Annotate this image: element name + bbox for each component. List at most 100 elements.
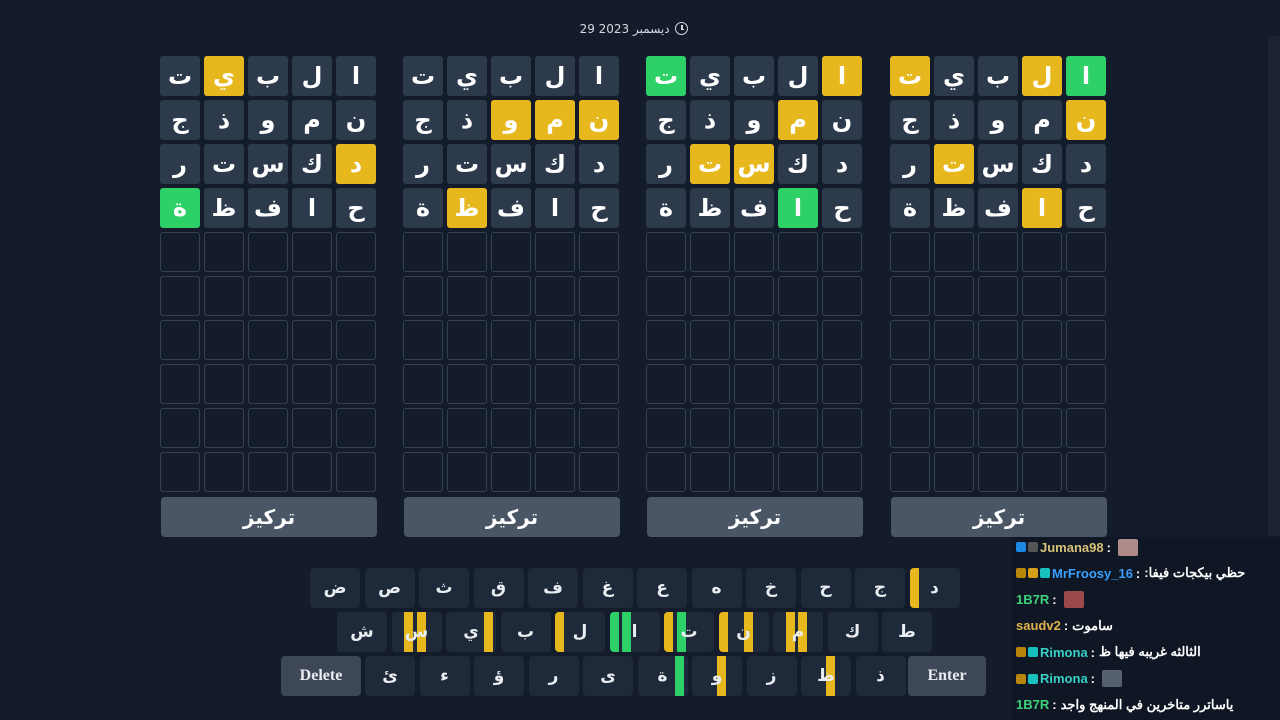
empty-tile bbox=[292, 276, 332, 316]
key-ؤ[interactable]: ؤ bbox=[474, 656, 524, 696]
key-ط[interactable]: ط bbox=[882, 612, 932, 652]
focus-button[interactable]: تركيز bbox=[891, 497, 1107, 537]
key-ت[interactable]: ت bbox=[664, 612, 714, 652]
tile: ذ bbox=[690, 100, 730, 140]
key-ز[interactable]: ز bbox=[746, 656, 797, 696]
key-ة[interactable]: ة bbox=[637, 656, 688, 696]
empty-tile bbox=[1022, 408, 1062, 448]
key-س[interactable]: س bbox=[391, 612, 442, 652]
tile: ة bbox=[403, 188, 443, 228]
tile: ب bbox=[978, 56, 1018, 96]
key-ك[interactable]: ك bbox=[827, 612, 878, 652]
key-ج[interactable]: ج bbox=[855, 568, 905, 608]
empty-tile bbox=[160, 232, 200, 272]
empty-tile bbox=[160, 276, 200, 316]
key-label: ة bbox=[657, 666, 668, 686]
chat-message: saudv2 : ساموت bbox=[1016, 616, 1280, 636]
empty-tile bbox=[778, 276, 818, 316]
enter-key[interactable]: Enter bbox=[908, 656, 986, 696]
key-ع[interactable]: ع bbox=[637, 568, 687, 608]
empty-tile bbox=[248, 452, 288, 492]
empty-tile bbox=[890, 452, 930, 492]
empty-tile bbox=[734, 232, 774, 272]
empty-tile bbox=[934, 364, 974, 404]
key-ه[interactable]: ه bbox=[691, 568, 742, 608]
page-scrollbar[interactable] bbox=[1268, 36, 1280, 536]
empty-tile bbox=[403, 320, 443, 360]
focus-button[interactable]: تركيز bbox=[404, 497, 620, 537]
empty-tile bbox=[447, 452, 487, 492]
tile: ك bbox=[1022, 144, 1062, 184]
key-label: ب bbox=[516, 622, 535, 642]
tile: ج bbox=[403, 100, 443, 140]
tile: ذ bbox=[204, 100, 244, 140]
empty-tile bbox=[890, 276, 930, 316]
key-ب[interactable]: ب bbox=[500, 612, 551, 652]
key-ن[interactable]: ن bbox=[718, 612, 769, 652]
key-ظ[interactable]: ظ bbox=[801, 656, 851, 696]
empty-tile bbox=[822, 232, 862, 272]
empty-tile bbox=[579, 364, 619, 404]
key-ش[interactable]: ش bbox=[337, 612, 387, 652]
tile: س bbox=[734, 144, 774, 184]
chat-badge-icon bbox=[1016, 568, 1026, 579]
empty-tile bbox=[778, 320, 818, 360]
key-label: ن bbox=[736, 622, 751, 642]
chat-message: Rimona : bbox=[1016, 669, 1280, 689]
key-label: ث bbox=[435, 578, 453, 598]
empty-tile bbox=[1066, 232, 1106, 272]
chat-text: ساموت bbox=[1072, 617, 1113, 633]
key-غ[interactable]: غ bbox=[582, 568, 633, 608]
key-label: ك bbox=[844, 622, 861, 642]
empty-tile bbox=[1022, 364, 1062, 404]
tile: ح bbox=[1066, 188, 1106, 228]
key-ص[interactable]: ص bbox=[364, 568, 415, 608]
empty-tile bbox=[1066, 320, 1106, 360]
empty-tile bbox=[890, 232, 930, 272]
empty-tile bbox=[248, 232, 288, 272]
board-4: تيبلاجذومنرتسكدةظفاح bbox=[890, 56, 1110, 492]
key-ر[interactable]: ر bbox=[528, 656, 579, 696]
key-ى[interactable]: ى bbox=[583, 656, 633, 696]
empty-tile bbox=[248, 276, 288, 316]
empty-tile bbox=[646, 364, 686, 404]
tile: ا bbox=[579, 56, 619, 96]
key-د[interactable]: د bbox=[909, 568, 960, 608]
key-ء[interactable]: ء bbox=[419, 656, 470, 696]
chat-badge-icon bbox=[1016, 542, 1026, 552]
key-ل[interactable]: ل bbox=[555, 612, 605, 652]
tile: د bbox=[822, 144, 862, 184]
key-م[interactable]: م bbox=[773, 612, 823, 652]
delete-key[interactable]: Delete bbox=[281, 656, 361, 696]
key-خ[interactable]: خ bbox=[746, 568, 796, 608]
key-label: ي bbox=[463, 622, 479, 642]
key-label: ق bbox=[490, 578, 507, 598]
key-ث[interactable]: ث bbox=[419, 568, 469, 608]
empty-tile bbox=[491, 408, 531, 448]
key-ي[interactable]: ي bbox=[446, 612, 496, 652]
chat-username: Rimona bbox=[1040, 671, 1088, 686]
key-ذ[interactable]: ذ bbox=[855, 656, 906, 696]
key-label: ؤ bbox=[493, 666, 505, 686]
key-ق[interactable]: ق bbox=[473, 568, 524, 608]
key-ض[interactable]: ض bbox=[310, 568, 360, 608]
empty-tile bbox=[535, 364, 575, 404]
key-ئ[interactable]: ئ bbox=[365, 656, 415, 696]
empty-tile bbox=[292, 408, 332, 448]
tile: ن bbox=[336, 100, 376, 140]
key-label: س bbox=[404, 622, 429, 642]
key-ف[interactable]: ف bbox=[528, 568, 578, 608]
chat-text: حظي بيكجات فيفا: bbox=[1144, 565, 1246, 581]
key-label: Delete bbox=[299, 667, 343, 684]
key-label: ص bbox=[378, 578, 401, 598]
key-ح[interactable]: ح bbox=[800, 568, 851, 608]
chat-separator: : bbox=[1106, 539, 1111, 555]
key-label: خ bbox=[764, 578, 778, 598]
focus-button[interactable]: تركيز bbox=[161, 497, 377, 537]
focus-button[interactable]: تركيز bbox=[647, 497, 863, 537]
tile: ي bbox=[690, 56, 730, 96]
key-ا[interactable]: ا bbox=[609, 612, 660, 652]
board-3: تيبلاجذومنرتسكدةظفاح bbox=[646, 56, 866, 492]
key-و[interactable]: و bbox=[692, 656, 742, 696]
empty-tile bbox=[1022, 320, 1062, 360]
